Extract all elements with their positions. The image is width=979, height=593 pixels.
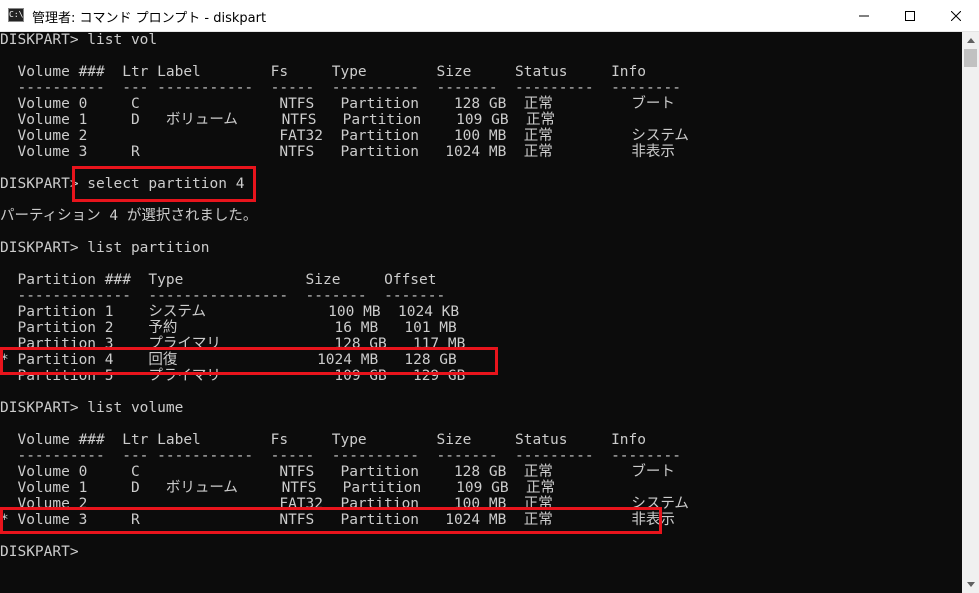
console-line: DISKPART> select partition 4 (0, 176, 245, 192)
console-output[interactable]: DISKPART> list vol Volume ### Ltr Label … (0, 32, 962, 593)
console-line: Partition 3 プライマリ 128 GB 117 MB (0, 336, 466, 352)
close-button[interactable] (933, 0, 979, 31)
console-line: Volume 1 D ボリューム NTFS Partition 109 GB 正… (0, 480, 556, 496)
console-line: ---------- --- ----------- ----- -------… (0, 448, 681, 464)
minimize-button[interactable] (841, 0, 887, 31)
console-line: Partition 5 プライマリ 109 GB 129 GB (0, 368, 466, 384)
window-title: 管理者: コマンド プロンプト - diskpart (32, 11, 267, 26)
command-prompt-window: C:\ 管理者: コマンド プロンプト - diskpart DISKPART>… (0, 0, 979, 593)
scrollbar-thumb[interactable] (964, 49, 977, 67)
console-line: パーティション 4 が選択されました。 (0, 208, 258, 224)
console-line: * Partition 4 回復 1024 MB 128 GB (0, 352, 457, 368)
console-line: Volume 1 D ボリューム NTFS Partition 109 GB 正… (0, 112, 556, 128)
vertical-scrollbar[interactable] (962, 32, 979, 593)
console-line: DISKPART> list vol (0, 32, 158, 48)
console-line: DISKPART> list partition (0, 240, 210, 256)
console-line: Partition 2 予約 16 MB 101 MB (0, 320, 457, 336)
close-icon (951, 10, 961, 21)
console-line: Volume 0 C NTFS Partition 128 GB 正常 ブート (0, 96, 675, 112)
scroll-up-arrow-icon (966, 38, 975, 43)
console-line: Volume 2 FAT32 Partition 100 MB 正常 システム (0, 496, 689, 512)
console-line: * Volume 3 R NTFS Partition 1024 MB 正常 非… (0, 512, 675, 528)
title-bar[interactable]: C:\ 管理者: コマンド プロンプト - diskpart (0, 0, 979, 32)
cmd-app-icon: C:\ (8, 8, 24, 22)
console-line: DISKPART> list volume (0, 400, 184, 416)
scroll-up-button[interactable] (962, 32, 979, 49)
console-line: Partition 1 システム 100 MB 1024 KB (0, 304, 460, 320)
console-line: Volume ### Ltr Label Fs Type Size Status… (0, 64, 647, 80)
maximize-button[interactable] (887, 0, 933, 31)
console-line: Volume 0 C NTFS Partition 128 GB 正常 ブート (0, 464, 675, 480)
maximize-icon (905, 10, 915, 21)
console-line: Volume 2 FAT32 Partition 100 MB 正常 システム (0, 128, 689, 144)
console-line: ---------- --- ----------- ----- -------… (0, 80, 681, 96)
minimize-icon (859, 15, 869, 16)
console-line: DISKPART> (0, 544, 79, 560)
scroll-down-button[interactable] (962, 576, 979, 593)
console-line: Volume ### Ltr Label Fs Type Size Status… (0, 432, 647, 448)
console-line: Partition ### Type Size Offset (0, 272, 437, 288)
console-line: ------------- ---------------- ------- -… (0, 288, 446, 304)
console-line: Volume 3 R NTFS Partition 1024 MB 正常 非表示 (0, 144, 675, 160)
scroll-down-arrow-icon (966, 582, 975, 587)
